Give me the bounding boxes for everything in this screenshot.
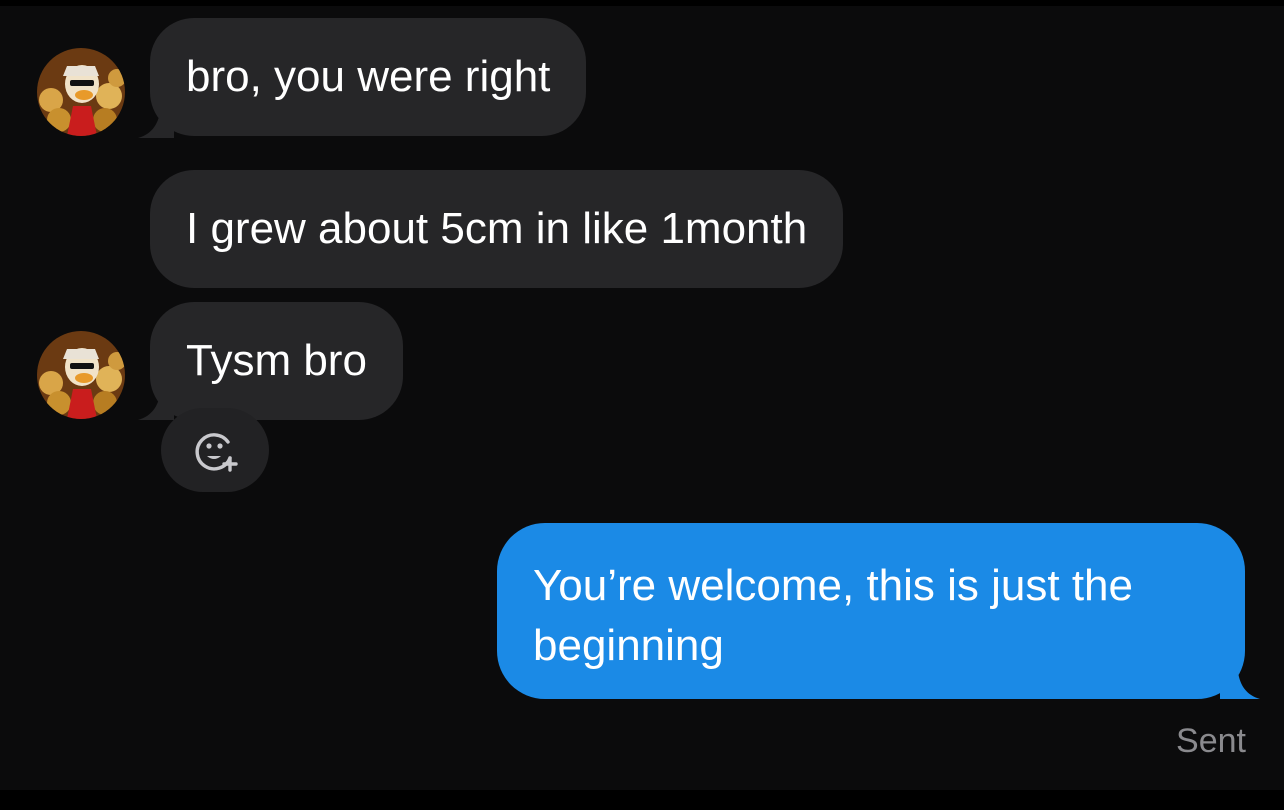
incoming-message-bubble[interactable]: I grew about 5cm in like 1month: [150, 170, 844, 288]
delivery-status: Sent: [1176, 722, 1246, 760]
avatar-image: [37, 331, 125, 419]
add-reaction-icon: [195, 433, 238, 472]
bubble-tail: [138, 394, 174, 420]
incoming-message-bubble[interactable]: bro, you were right: [150, 18, 587, 136]
bubble-tail: [1220, 672, 1260, 699]
contact-avatar[interactable]: [37, 331, 125, 419]
message-text: bro, you were right: [186, 52, 551, 101]
message-text: You’re welcome, this is just the beginni…: [533, 561, 1133, 670]
add-reaction-button[interactable]: [161, 408, 269, 492]
outgoing-message-bubble[interactable]: You’re welcome, this is just the beginni…: [497, 523, 1245, 699]
bottom-edge: [0, 790, 1284, 810]
message-text: I grew about 5cm in like 1month: [186, 204, 808, 253]
avatar-image: [37, 48, 125, 136]
contact-avatar[interactable]: [37, 48, 125, 136]
message-text: Tysm bro: [186, 336, 367, 385]
incoming-message-bubble[interactable]: Tysm bro: [150, 302, 403, 420]
bubble-tail: [138, 112, 174, 138]
